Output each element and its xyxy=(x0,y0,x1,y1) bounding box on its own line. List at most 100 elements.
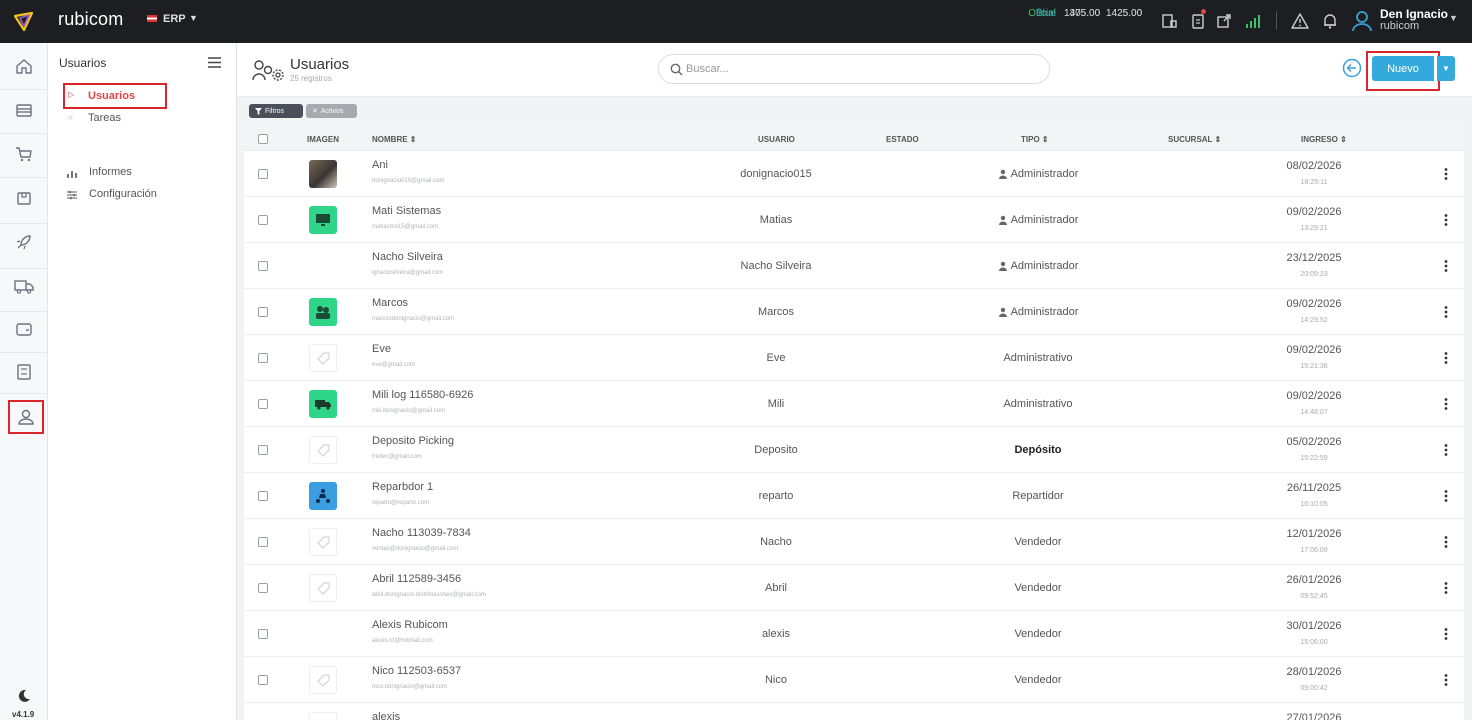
rail-store[interactable] xyxy=(8,94,40,126)
row-checkbox[interactable] xyxy=(258,629,268,639)
icon-rail: v4.1.9 xyxy=(0,43,48,720)
submenu-item-configuracion[interactable]: Configuración xyxy=(89,188,157,200)
bell-icon[interactable] xyxy=(1321,12,1339,30)
close-icon[interactable]: ✕ xyxy=(312,107,318,115)
user-type-label: Administrador xyxy=(1010,214,1079,226)
col-ingreso[interactable]: INGRESO ⇕ xyxy=(1301,135,1347,144)
home-icon xyxy=(16,59,32,74)
kebab-menu-icon[interactable] xyxy=(1440,305,1452,319)
user-company[interactable]: rubicom xyxy=(1380,20,1419,32)
rail-truck[interactable] xyxy=(8,270,40,302)
external-link-icon[interactable] xyxy=(1215,12,1233,30)
kebab-menu-icon[interactable] xyxy=(1440,673,1452,687)
kebab-menu-icon[interactable] xyxy=(1440,213,1452,227)
signal-icon[interactable] xyxy=(1244,12,1262,30)
row-checkbox[interactable] xyxy=(258,307,268,317)
table-row[interactable]: Nacho 113039-7834 ventas@donignacio@gmail… xyxy=(244,519,1464,565)
user-type-label: Vendedor xyxy=(1014,582,1062,594)
ingreso-date: 09/02/2026 xyxy=(1286,206,1342,218)
table-row[interactable]: Marcos marcosdonignacio@gmail.com Marcos Ad… xyxy=(244,289,1464,335)
new-button[interactable]: Nuevo xyxy=(1372,56,1434,81)
table-row[interactable]: Ani donignacio015@gmail.com donignacio015 A… xyxy=(244,151,1464,197)
cash-register-icon[interactable] xyxy=(1160,12,1178,30)
col-sucursal[interactable]: SUCURSAL ⇕ xyxy=(1168,135,1221,144)
search-box[interactable] xyxy=(658,54,1050,84)
filters-chip[interactable]: Filtros xyxy=(249,104,303,118)
chevron-down-icon[interactable]: ▼ xyxy=(189,13,198,23)
kebab-menu-icon[interactable] xyxy=(1440,259,1452,273)
ingreso-time: 09:00:42 xyxy=(1300,685,1328,692)
truck-icon xyxy=(315,400,331,410)
ingreso-time: 13:29:21 xyxy=(1300,225,1328,232)
avatar-placeholder xyxy=(309,712,337,720)
submenu-item-informes[interactable]: Informes xyxy=(89,166,132,178)
table-row[interactable]: Eve eve@gmail.com Eve Administrativo 09/02/2… xyxy=(244,335,1464,381)
ingreso-date: 12/01/2026 xyxy=(1286,528,1342,540)
table-row[interactable]: Mili log 116580-6926 mili.donignacio@gmai… xyxy=(244,381,1464,427)
rail-users[interactable] xyxy=(8,400,44,434)
row-checkbox[interactable] xyxy=(258,399,268,409)
row-checkbox[interactable] xyxy=(258,537,268,547)
chevron-down-icon[interactable]: ▼ xyxy=(1449,13,1458,23)
active-filter-chip[interactable]: ✕ Activos xyxy=(306,104,357,118)
rail-cart[interactable] xyxy=(8,138,40,170)
row-checkbox[interactable] xyxy=(258,445,268,455)
col-tipo[interactable]: TIPO ⇕ xyxy=(1021,135,1049,144)
table-row[interactable]: Abril 112589-3456 abril.donignacio.distri… xyxy=(244,565,1464,611)
rocket-icon xyxy=(16,235,31,250)
row-checkbox[interactable] xyxy=(258,583,268,593)
clipboard-icon[interactable] xyxy=(1189,12,1207,30)
table-row[interactable]: alexis 27/01/2026 xyxy=(244,703,1464,720)
user-email: ventas@donignacio@gmail.com xyxy=(372,546,459,552)
user-name[interactable]: Den Ignacio xyxy=(1380,7,1448,21)
kebab-menu-icon[interactable] xyxy=(1440,489,1452,503)
rail-box[interactable] xyxy=(8,182,40,214)
table-row[interactable]: Nico 112503-6537 nico.donignacio@gmail.co… xyxy=(244,657,1464,703)
row-checkbox[interactable] xyxy=(258,261,268,271)
table-row[interactable]: Nacho Silveira ignaciosilveira@gmail.com N… xyxy=(244,243,1464,289)
row-checkbox[interactable] xyxy=(258,169,268,179)
search-input[interactable] xyxy=(686,60,1026,78)
rail-wallet[interactable] xyxy=(8,313,40,345)
table-row[interactable]: Deposito Picking miden@gmail.com Deposito D… xyxy=(244,427,1464,473)
kebab-menu-icon[interactable] xyxy=(1440,167,1452,181)
rubicom-logo-icon[interactable] xyxy=(12,9,36,33)
select-all-checkbox[interactable] xyxy=(258,134,268,144)
row-checkbox[interactable] xyxy=(258,675,268,685)
col-nombre[interactable]: NOMBRE ⇕ xyxy=(372,135,417,144)
warning-icon[interactable] xyxy=(1291,12,1309,30)
user-type: Administrador xyxy=(938,306,1138,318)
row-checkbox[interactable] xyxy=(258,215,268,225)
rail-rocket[interactable] xyxy=(8,226,40,258)
submenu-item-tareas[interactable]: Tareas xyxy=(88,112,121,124)
kebab-menu-icon[interactable] xyxy=(1440,351,1452,365)
avatar-placeholder xyxy=(309,666,337,694)
hamburger-icon[interactable] xyxy=(208,57,221,68)
save-icon xyxy=(17,364,31,380)
table-row[interactable]: Mati Sistemas matiasmo15@gmail.com Matias A… xyxy=(244,197,1464,243)
table-row[interactable]: Alexis Rubicom alexis.rd@hotmail.com alexi… xyxy=(244,611,1464,657)
col-usuario: USUARIO xyxy=(758,135,795,144)
submenu-item-usuarios[interactable]: Usuarios xyxy=(88,90,135,102)
kebab-menu-icon[interactable] xyxy=(1440,443,1452,457)
new-options-dropdown[interactable]: ▼ xyxy=(1437,56,1455,81)
kebab-menu-icon[interactable] xyxy=(1440,627,1452,641)
back-arrow-icon[interactable] xyxy=(1342,58,1362,78)
row-checkbox[interactable] xyxy=(258,353,268,363)
admin-user-icon xyxy=(998,261,1007,271)
user-avatar-icon[interactable] xyxy=(1351,9,1373,33)
rail-home[interactable] xyxy=(8,50,40,82)
row-checkbox[interactable] xyxy=(258,491,268,501)
username: Deposito xyxy=(754,444,798,456)
rail-save[interactable] xyxy=(8,356,40,388)
user-type-label: Vendedor xyxy=(1014,628,1062,640)
dark-mode-icon[interactable] xyxy=(16,688,32,704)
kebab-menu-icon[interactable] xyxy=(1440,581,1452,595)
module-selector[interactable]: ERP xyxy=(163,13,186,25)
avatar-placeholder xyxy=(309,528,337,556)
user-email: matiasmo15@gmail.com xyxy=(372,224,439,230)
kebab-menu-icon[interactable] xyxy=(1440,397,1452,411)
user-type-label: Administrador xyxy=(1010,306,1079,318)
kebab-menu-icon[interactable] xyxy=(1440,535,1452,549)
table-row[interactable]: Reparbdor 1 reparto@reparto.com reparto Rep… xyxy=(244,473,1464,519)
